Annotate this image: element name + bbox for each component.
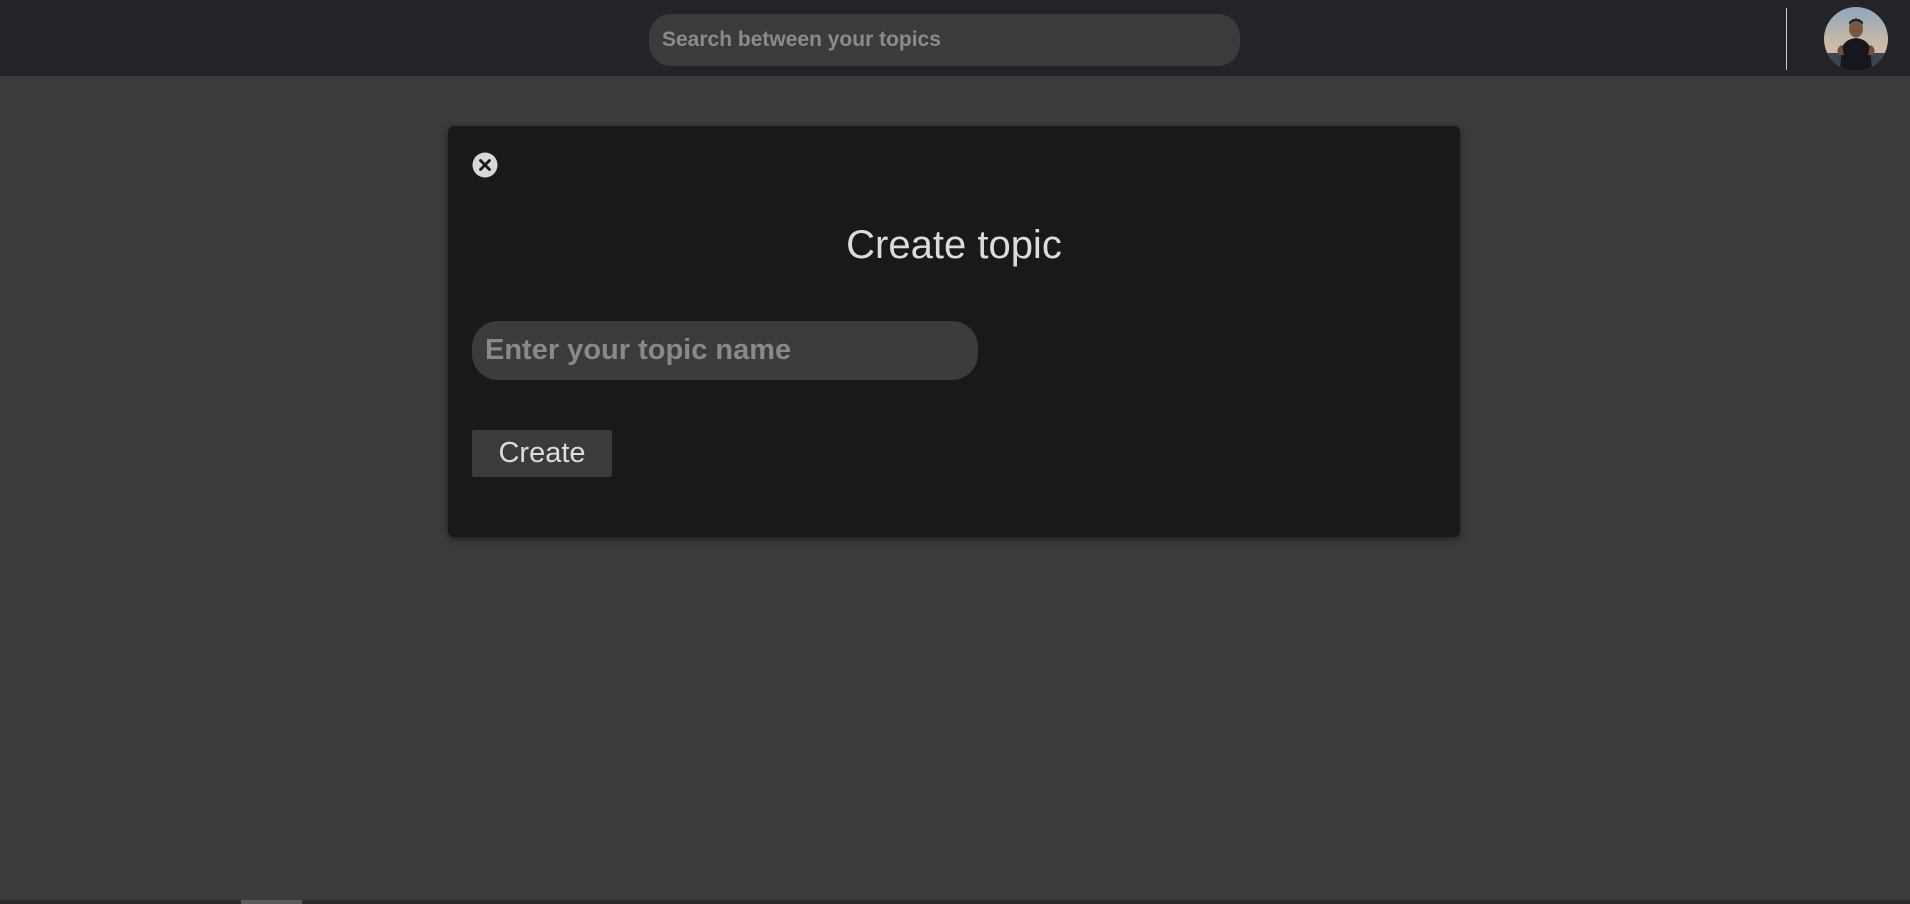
topic-name-input[interactable] bbox=[472, 321, 978, 380]
top-bar bbox=[0, 0, 1910, 76]
header-divider bbox=[1786, 8, 1787, 70]
create-topic-modal: Create topic Create bbox=[448, 126, 1460, 537]
scroll-indicator bbox=[241, 900, 302, 904]
avatar-icon bbox=[1824, 7, 1888, 71]
create-button[interactable]: Create bbox=[472, 430, 612, 477]
user-avatar[interactable] bbox=[1824, 7, 1888, 71]
close-circle-icon bbox=[472, 152, 498, 178]
search-input[interactable] bbox=[649, 14, 1240, 66]
close-button[interactable] bbox=[472, 152, 498, 178]
modal-title: Create topic bbox=[846, 223, 1062, 267]
